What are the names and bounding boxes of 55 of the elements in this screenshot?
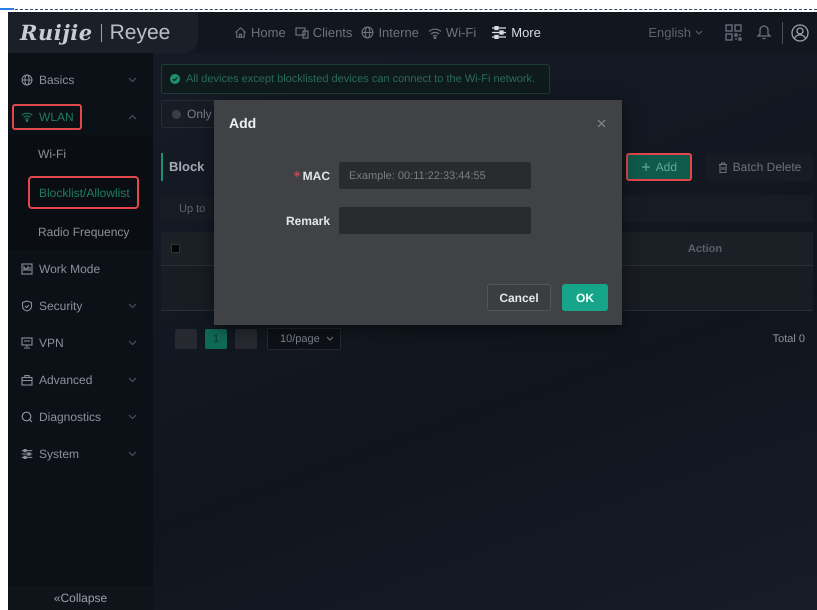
monitor-icon <box>21 336 33 348</box>
ok-button[interactable]: OK <box>562 284 608 311</box>
field-label: Remark <box>286 214 330 228</box>
sliders-icon <box>21 448 33 460</box>
page-size-select[interactable]: 10/page <box>267 328 341 350</box>
sidebar-item[interactable]: Security <box>12 292 90 318</box>
nav-link[interactable]: Clients <box>294 25 352 40</box>
section-title: Block <box>161 153 204 181</box>
input-field[interactable]: Example: 00:11:22:33:44:55 <box>339 162 531 189</box>
logo-text: Ruijie <box>20 20 93 45</box>
sidebar-item[interactable]: Work Mode <box>12 256 108 282</box>
sidebar-item[interactable]: Diagnostics <box>12 404 110 430</box>
check-circle-icon <box>170 74 180 84</box>
sidebar-item[interactable]: Advanced <box>12 366 100 392</box>
magnifier-icon <box>21 410 33 422</box>
submenu-item[interactable]: Radio Frequency <box>8 213 153 250</box>
sidebar-item[interactable]: Basics <box>12 66 82 92</box>
field-label: MAC <box>302 168 330 182</box>
plus-icon <box>640 162 651 172</box>
column-header: Action <box>686 242 724 254</box>
sidebar-item[interactable]: System <box>12 440 88 466</box>
wifi-icon <box>21 111 33 122</box>
globe-icon <box>21 74 33 86</box>
brand-text: Reyee <box>110 20 170 44</box>
trash-icon <box>718 162 728 172</box>
add-button[interactable]: Add <box>626 153 692 181</box>
language-select[interactable]: English <box>648 25 703 40</box>
delete-button[interactable]: Batch Delete <box>706 153 813 181</box>
home-icon <box>234 26 247 39</box>
notice-text: All devices except blocklisted devices can connect to the Wi-Fi network. <box>186 73 536 85</box>
chevron-down-icon <box>695 30 703 36</box>
shield-icon <box>21 300 33 312</box>
chevron-down-icon <box>326 336 334 342</box>
nav-link[interactable]: Wi-Fi <box>428 25 476 40</box>
briefcase-icon <box>21 374 33 386</box>
nav-link[interactable]: More <box>491 25 541 40</box>
submenu-item[interactable]: Wi-Fi <box>8 135 153 172</box>
sidebar-item[interactable]: WLAN <box>12 104 82 130</box>
qr-code-icon[interactable] <box>725 24 742 41</box>
select-all-checkbox[interactable] <box>171 244 180 253</box>
sidebar-item[interactable]: VPN <box>12 330 72 356</box>
nav-link[interactable]: Home <box>234 25 286 40</box>
total-count: Total 0 <box>772 333 806 345</box>
cancel-button[interactable]: Cancel <box>487 284 551 311</box>
nav-link[interactable]: Interne <box>361 25 419 40</box>
submenu-item[interactable]: Blocklist/Allowlist <box>28 176 139 209</box>
input-field[interactable] <box>339 207 531 234</box>
info-text: Up to <box>179 202 206 214</box>
devices-icon <box>294 26 309 39</box>
wifi-icon <box>428 26 442 38</box>
user-icon[interactable] <box>791 24 809 42</box>
sliders-icon <box>491 26 508 39</box>
close-icon[interactable] <box>597 118 606 128</box>
globe-icon <box>361 26 374 39</box>
bell-icon[interactable] <box>756 24 772 41</box>
